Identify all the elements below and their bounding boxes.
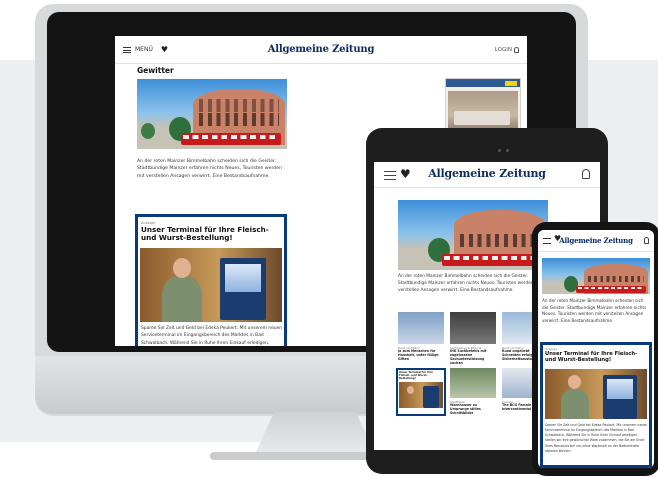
tablet-teaser-photo	[399, 382, 443, 408]
tablet-header: ♥ Allgemeine Zeitung	[374, 162, 600, 188]
monitor-stand	[255, 412, 375, 454]
article-photo[interactable]	[137, 79, 287, 149]
phone-article-photo[interactable]	[542, 258, 650, 294]
tablet-tile-title-2[interactable]: IHK Suchbefehls mit zugelassene Sachunte…	[450, 349, 496, 365]
tablet-teaser-title: Unser Terminal für Ihre Fleisch- und Wur…	[399, 371, 433, 380]
teaser-title[interactable]: Unser Terminal für Ihre Fleisch- und Wur…	[141, 225, 281, 243]
tablet-ad-teaser[interactable]: Unser Terminal für Ihre Fleisch- und Wur…	[396, 368, 446, 416]
tablet-logo[interactable]: Allgemeine Zeitung	[374, 167, 600, 180]
site-logo[interactable]: Allgemeine Zeitung	[115, 44, 527, 55]
article-column: Gewitter An der roten Mainzer Bimmelbahn…	[133, 64, 399, 346]
phone-caption: An der roten Mainzer Bimmelbahn scheiden…	[542, 298, 647, 323]
tablet-tile-title-4[interactable]: Warnhauser zu Ursprunge stilles Schnittb…	[450, 403, 496, 416]
tablet-tile-image-2[interactable]	[450, 312, 496, 344]
tablet-tile-title-1[interactable]: Ja zum Menschen für Haushalt, unter fäll…	[398, 349, 444, 362]
tablet-article-photo[interactable]	[398, 200, 548, 270]
phone-teaser-title[interactable]: Unser Terminal für Ihre Fleisch- und Wur…	[545, 351, 647, 364]
phone-teaser-body: Sparen Sie Zeit und Geld bei Edeka Peuke…	[545, 423, 648, 453]
site-header: MENÜ ♥ Allgemeine Zeitung LOGIN	[115, 36, 527, 64]
ikea-logo	[505, 80, 517, 86]
phone-ad-teaser[interactable]: Anzeige Unser Terminal für Ihre Fleisch-…	[540, 342, 652, 468]
phone-screen: ♥ Allgemeine Zeitung An der roten Mainze…	[538, 230, 654, 468]
tablet-tile-image-1[interactable]	[398, 312, 444, 344]
phone-logo[interactable]: Allgemeine Zeitung	[538, 236, 654, 245]
article-caption: An der roten Mainzer Bimmelbahn scheiden…	[137, 159, 282, 179]
teaser-body: Sparen Sie Zeit und Geld bei Edeka Peuke…	[141, 326, 283, 346]
phone-header: ♥ Allgemeine Zeitung	[538, 230, 654, 252]
teaser-photo[interactable]	[140, 248, 282, 322]
phone-device: ♥ Allgemeine Zeitung An der roten Mainze…	[532, 222, 658, 476]
ad-teaser[interactable]: Anzeige Unser Terminal für Ihre Fleisch-…	[135, 214, 287, 346]
phone-user-icon[interactable]	[644, 237, 649, 244]
tablet-tile-image-4[interactable]	[450, 368, 496, 398]
phone-teaser-photo[interactable]	[545, 369, 647, 419]
tablet-caption: An der roten Mainzer Bimmelbahn scheiden…	[398, 274, 542, 293]
article-heading-partial: Gewitter	[137, 66, 174, 75]
tablet-user-icon[interactable]	[582, 169, 590, 179]
